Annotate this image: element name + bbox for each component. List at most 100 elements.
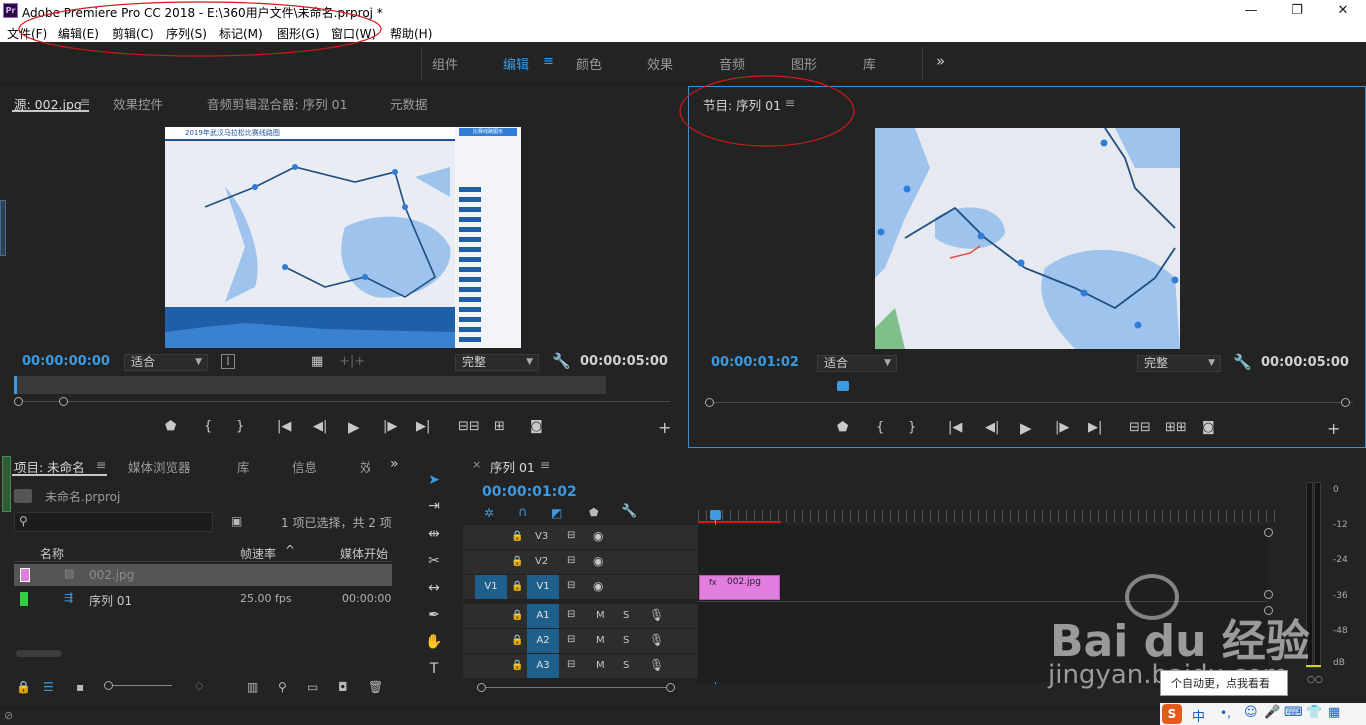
sync-lock-icon[interactable]: ⊟ [567, 609, 575, 620]
program-timecode[interactable]: 00:00:01:02 [711, 355, 799, 370]
program-quality-select[interactable]: 完整 ▼ [1137, 355, 1221, 372]
sync-lock-icon[interactable]: ⊟ [567, 580, 575, 591]
mute-button[interactable]: M [596, 610, 605, 621]
play-icon[interactable]: ▶ [348, 418, 360, 436]
sync-lock-icon[interactable]: ⊟ [567, 634, 575, 645]
workspace-color[interactable]: 颜色 [576, 54, 602, 73]
source-time-ruler[interactable] [14, 376, 606, 394]
mark-in-icon[interactable]: { [204, 419, 212, 434]
export-frame-icon[interactable]: ◙ [530, 419, 543, 434]
menu-edit[interactable]: 编辑(E) [58, 25, 99, 42]
tab-program[interactable]: 节目: 序列 01 [703, 95, 781, 114]
microphone-icon[interactable]: 🎙 [649, 658, 664, 672]
waveform-icon[interactable]: +|+ [339, 354, 365, 369]
track-target-a1[interactable]: A1 [527, 604, 559, 628]
menu-window[interactable]: 窗口(W) [331, 25, 376, 42]
hand-tool-icon[interactable]: ✋ [419, 630, 449, 654]
button-editor-plus-icon[interactable]: + [1327, 419, 1340, 438]
track-target-a3[interactable]: A3 [527, 654, 559, 678]
selection-tool-icon[interactable]: ➤ [419, 468, 449, 492]
workspace-assembly[interactable]: 组件 [432, 54, 458, 73]
panel-scroll-handle[interactable] [0, 200, 6, 256]
tab-sequence[interactable]: 序列 01 [490, 457, 535, 476]
play-icon[interactable]: ▶ [1020, 419, 1032, 437]
button-editor-plus-icon[interactable]: + [658, 418, 671, 437]
track-name[interactable]: V2 [535, 556, 548, 567]
sogou-ime-icon[interactable]: S [1162, 704, 1182, 724]
export-frame-icon[interactable]: ◙ [1202, 420, 1215, 435]
nest-icon[interactable]: ✲ [484, 506, 494, 520]
menu-sequence[interactable]: 序列(S) [166, 25, 207, 42]
wrench-icon[interactable]: 🔧 [552, 352, 571, 370]
keyboard-icon[interactable]: ⌨ [1284, 705, 1303, 720]
tab-metadata[interactable]: 元数据 [390, 94, 428, 113]
source-zoom-scrollbar[interactable] [18, 401, 670, 402]
workspace-effects[interactable]: 效果 [647, 54, 673, 73]
label-color-swatch[interactable] [20, 568, 30, 582]
workspace-overflow-button[interactable]: » [936, 52, 945, 70]
track-select-tool-icon[interactable]: ⇥ [419, 494, 449, 518]
tab-audio-clip-mixer[interactable]: 音频剪辑混合器: 序列 01 [207, 94, 348, 113]
step-back-icon[interactable]: ◀| [985, 420, 999, 435]
icon-view-icon[interactable]: ▪ [76, 680, 84, 694]
extract-icon[interactable]: ⊞⊞ [1165, 420, 1187, 435]
horizontal-scrollbar[interactable] [16, 650, 62, 657]
program-playhead[interactable] [837, 381, 849, 391]
eye-icon[interactable]: ◉ [593, 554, 603, 568]
track-target-v1[interactable]: V1 [527, 575, 559, 599]
scroll-handle-right[interactable] [666, 683, 675, 692]
film-icon[interactable]: ▦ [311, 354, 323, 369]
add-marker-icon[interactable]: ⬟ [589, 506, 599, 519]
mute-button[interactable]: M [596, 635, 605, 646]
step-back-icon[interactable]: ◀| [313, 419, 327, 434]
voice-icon[interactable]: 🎤 [1264, 705, 1280, 720]
sequence-tab-menu-icon[interactable]: ≡ [540, 457, 550, 472]
solo-button[interactable]: S [623, 660, 629, 671]
table-row[interactable]: ▨ 002.jpg [14, 564, 392, 586]
add-marker-icon[interactable]: ⬟ [165, 419, 176, 434]
new-bin-icon[interactable]: ▭ [307, 680, 318, 694]
sync-lock-icon[interactable]: ⊟ [567, 555, 575, 566]
lift-icon[interactable]: ⊟⊟ [1129, 420, 1151, 435]
list-view-icon[interactable]: ☰ [43, 680, 54, 694]
sort-ascending-icon[interactable]: ^ [285, 543, 295, 557]
lock-icon[interactable]: 🔒 [511, 635, 523, 646]
drag-video-icon[interactable]: ǀ [221, 354, 235, 369]
automate-to-sequence-icon[interactable]: ▥ [247, 680, 258, 694]
wrench-icon[interactable]: 🔧 [1233, 353, 1252, 371]
ime-mode-chinese[interactable]: 中 [1192, 706, 1205, 725]
new-item-icon[interactable]: ◘ [338, 680, 348, 694]
sort-icon[interactable]: ◇ [195, 679, 203, 692]
go-to-in-icon[interactable]: |◀ [948, 420, 962, 435]
go-to-in-icon[interactable]: |◀ [277, 419, 291, 434]
scroll-handle-right[interactable] [59, 397, 68, 406]
workspace-graphics[interactable]: 图形 [791, 54, 817, 73]
program-tab-menu-icon[interactable]: ≡ [785, 95, 795, 110]
punctuation-icon[interactable]: •, [1220, 706, 1231, 720]
maximize-button[interactable]: ❐ [1274, 0, 1320, 22]
step-forward-icon[interactable]: |▶ [1055, 420, 1069, 435]
workspace-audio[interactable]: 音频 [719, 54, 745, 73]
sync-lock-icon[interactable]: ⊟ [567, 530, 575, 541]
vertical-scroll-handle[interactable] [1264, 528, 1273, 537]
lock-icon[interactable]: 🔒 [511, 531, 523, 542]
lock-icon[interactable]: 🔒 [511, 610, 523, 621]
mark-out-icon[interactable]: } [236, 419, 244, 434]
snap-icon[interactable]: ∩ [518, 505, 528, 520]
solo-button[interactable]: S [623, 635, 629, 646]
source-patch-v1[interactable]: V1 [475, 575, 507, 599]
skin-icon[interactable]: 👕 [1306, 705, 1322, 720]
menu-graphics[interactable]: 图形(G) [277, 25, 320, 42]
workspace-libraries[interactable]: 库 [863, 54, 876, 73]
lock-icon[interactable]: 🔒 [16, 680, 31, 694]
step-forward-icon[interactable]: |▶ [383, 419, 397, 434]
lock-icon[interactable]: 🔒 [511, 581, 523, 592]
column-frame-rate[interactable]: 帧速率 [240, 545, 276, 562]
source-tab-menu-icon[interactable]: ≡ [80, 94, 90, 109]
track-target-a2[interactable]: A2 [527, 629, 559, 653]
microphone-icon[interactable]: 🎙 [649, 633, 664, 647]
tab-effect-controls[interactable]: 效果控件 [113, 94, 163, 113]
panel-scroll-handle[interactable] [2, 456, 11, 512]
menu-help[interactable]: 帮助(H) [390, 25, 432, 42]
solo-left-icon[interactable]: ○○ [1307, 675, 1323, 685]
